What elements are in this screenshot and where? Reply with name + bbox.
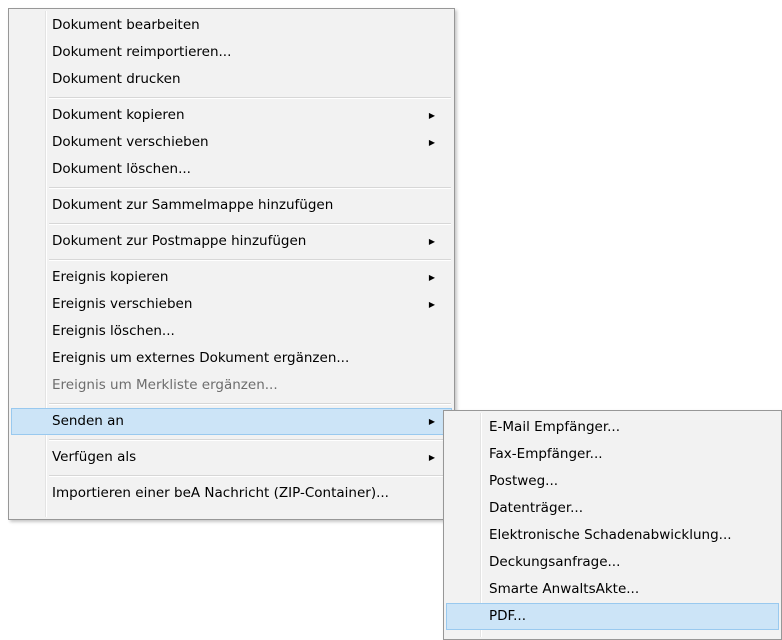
menu-item-dokument-drucken[interactable]: Dokument drucken: [11, 66, 452, 93]
menu-separator: [11, 219, 452, 228]
menu-item-dokument-bearbeiten[interactable]: Dokument bearbeiten: [11, 12, 452, 39]
submenu-arrow-icon: ▶: [428, 273, 435, 282]
menu-item-label: E-Mail Empfänger...: [489, 419, 621, 435]
menu-item-pdf[interactable]: PDF...: [446, 603, 779, 630]
menu-item-fax-empfaenger[interactable]: Fax-Empfänger...: [446, 441, 779, 468]
submenu-arrow-icon: ▶: [428, 237, 435, 246]
menu-item-ereignis-kopieren[interactable]: Ereignis kopieren ▶: [11, 264, 452, 291]
menu-separator: [11, 93, 452, 102]
menu-item-label: Dokument drucken: [52, 71, 181, 87]
menu-item-label: Senden an: [52, 413, 124, 429]
menu-separator: [11, 471, 452, 480]
menu-item-label: Dokument reimportieren...: [52, 44, 232, 60]
menu-separator: [11, 255, 452, 264]
menu-item-deckungsanfrage[interactable]: Deckungsanfrage...: [446, 549, 779, 576]
menu-item-label: Ereignis löschen...: [52, 323, 175, 339]
menu-item-label: Importieren einer beA Nachricht (ZIP-Con…: [52, 485, 389, 501]
menu-item-dokument-loeschen[interactable]: Dokument löschen...: [11, 156, 452, 183]
menu-item-e-mail-empfaenger[interactable]: E-Mail Empfänger...: [446, 414, 779, 441]
menu-separator: [11, 183, 452, 192]
submenu-arrow-icon: ▶: [428, 453, 435, 462]
menu-item-label: Dokument löschen...: [52, 161, 191, 177]
menu-item-label: Smarte AnwaltsAkte...: [489, 581, 640, 597]
menu-item-label: Verfügen als: [52, 449, 137, 465]
menu-item-verfuegen-als[interactable]: Verfügen als ▶: [11, 444, 452, 471]
submenu-arrow-icon: ▶: [428, 417, 435, 426]
menu-item-dokument-kopieren[interactable]: Dokument kopieren ▶: [11, 102, 452, 129]
menu-item-label: Dokument verschieben: [52, 134, 209, 150]
menu-item-label: Datenträger...: [489, 500, 583, 516]
menu-item-dokument-reimportieren[interactable]: Dokument reimportieren...: [11, 39, 452, 66]
menu-item-label: Postweg...: [489, 473, 559, 489]
menu-item-label: Ereignis um externes Dokument ergänzen..…: [52, 350, 350, 366]
menu-item-label: Deckungsanfrage...: [489, 554, 621, 570]
menu-item-ereignis-um-merkliste-ergaenzen: Ereignis um Merkliste ergänzen...: [11, 372, 452, 399]
menu-item-label: Ereignis um Merkliste ergänzen...: [52, 377, 278, 393]
menu-item-label: Ereignis kopieren: [52, 269, 169, 285]
menu-item-label: Dokument zur Sammelmappe hinzufügen: [52, 197, 334, 213]
menu-item-ereignis-verschieben[interactable]: Ereignis verschieben ▶: [11, 291, 452, 318]
menu-item-datentraeger[interactable]: Datenträger...: [446, 495, 779, 522]
menu-item-label: PDF...: [489, 608, 527, 624]
menu-item-elektronische-schadenabwicklung[interactable]: Elektronische Schadenabwicklung...: [446, 522, 779, 549]
menu-item-dokument-zur-postmappe-hinzufuegen[interactable]: Dokument zur Postmappe hinzufügen ▶: [11, 228, 452, 255]
menu-item-postweg[interactable]: Postweg...: [446, 468, 779, 495]
submenu-arrow-icon: ▶: [428, 300, 435, 309]
menu-item-dokument-zur-sammelmappe-hinzufuegen[interactable]: Dokument zur Sammelmappe hinzufügen: [11, 192, 452, 219]
menu-item-label: Dokument kopieren: [52, 107, 185, 123]
menu-separator: [11, 399, 452, 408]
senden-an-submenu: E-Mail Empfänger... Fax-Empfänger... Postw…: [443, 410, 782, 640]
menu-item-ereignis-loeschen[interactable]: Ereignis löschen...: [11, 318, 452, 345]
menu-item-ereignis-um-externes-dokument-ergaenzen[interactable]: Ereignis um externes Dokument ergänzen..…: [11, 345, 452, 372]
menu-item-label: Dokument bearbeiten: [52, 17, 200, 33]
menu-item-label: Elektronische Schadenabwicklung...: [489, 527, 732, 543]
menu-item-smarte-anwaltsakte[interactable]: Smarte AnwaltsAkte...: [446, 576, 779, 603]
menu-item-dokument-verschieben[interactable]: Dokument verschieben ▶: [11, 129, 452, 156]
submenu-arrow-icon: ▶: [428, 111, 435, 120]
menu-item-importieren-einer-bea-nachricht-zip-container[interactable]: Importieren einer beA Nachricht (ZIP-Con…: [11, 480, 452, 507]
menu-separator: [11, 435, 452, 444]
menu-item-label: Ereignis verschieben: [52, 296, 193, 312]
context-menu: Dokument bearbeiten Dokument reimportiere…: [8, 8, 455, 520]
menu-item-label: Fax-Empfänger...: [489, 446, 603, 462]
submenu-arrow-icon: ▶: [428, 138, 435, 147]
menu-item-senden-an[interactable]: Senden an ▶: [11, 408, 452, 435]
menu-item-label: Dokument zur Postmappe hinzufügen: [52, 233, 307, 249]
